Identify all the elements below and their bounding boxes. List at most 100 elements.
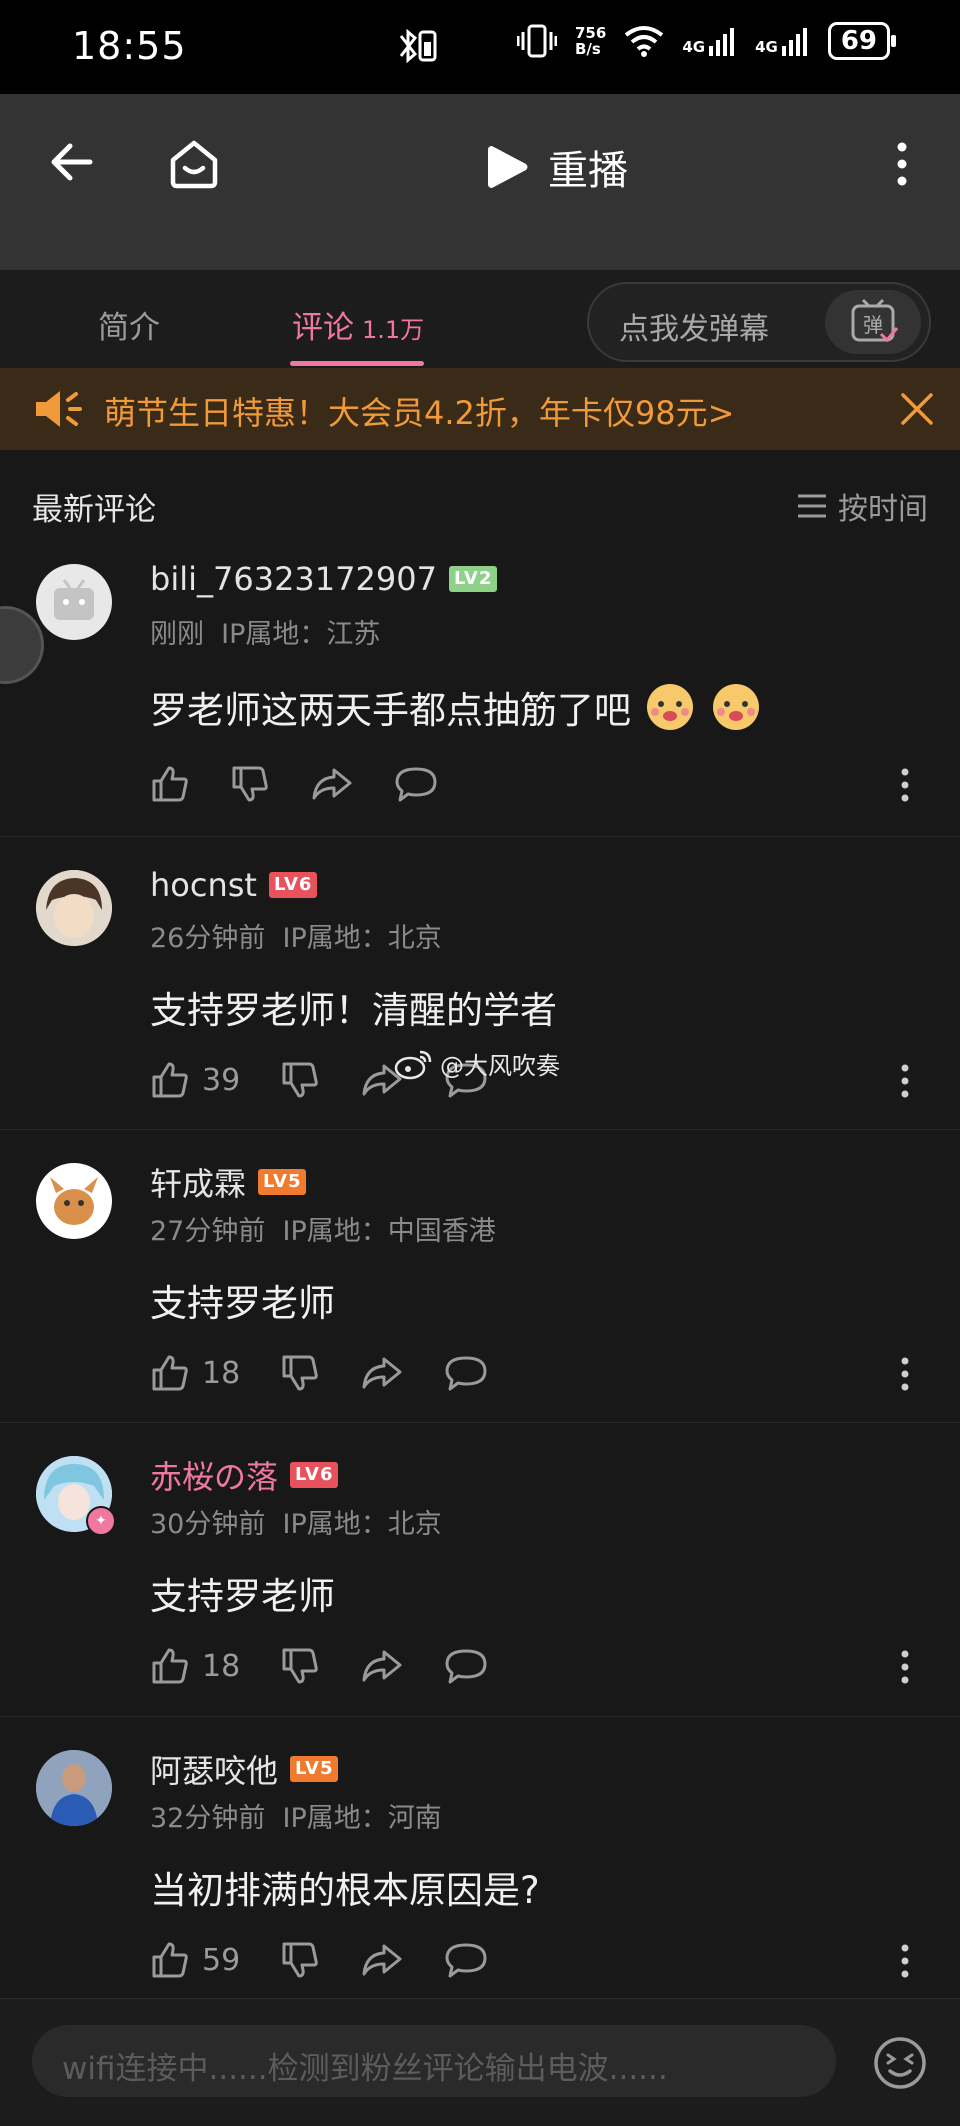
comment-actions: 18 xyxy=(150,1646,528,1686)
username[interactable]: 阿瑟咬他 xyxy=(150,1746,278,1792)
comment-more-icon[interactable] xyxy=(900,1650,910,1688)
level-badge: LV5 xyxy=(290,1756,339,1782)
close-icon[interactable] xyxy=(900,392,934,430)
like-button[interactable]: 59 xyxy=(150,1940,240,1980)
like-button[interactable]: 18 xyxy=(150,1353,240,1393)
dislike-button[interactable] xyxy=(230,764,270,804)
tab-comments-label: 评论 xyxy=(292,310,354,346)
emoji-icon xyxy=(647,684,693,730)
danmaku-icon: 弹 xyxy=(851,298,899,343)
status-time: 18:55 xyxy=(72,24,187,68)
network-speed: 756 B/s xyxy=(575,24,607,58)
reply-icon xyxy=(445,1649,487,1684)
comment-text-row: 罗老师这两天手都点抽筋了吧 xyxy=(150,680,763,734)
svg-text:弹: 弹 xyxy=(863,313,883,337)
comment-meta: 30分钟前 IP属地：北京 xyxy=(150,1502,442,1541)
share-button[interactable] xyxy=(360,1646,404,1686)
thumbs-down-icon xyxy=(232,766,268,802)
comment-text-row: 当初排满的根本原因是? xyxy=(150,1860,540,1914)
thumbs-down-icon xyxy=(282,1062,318,1098)
like-button[interactable]: 39 xyxy=(150,1060,240,1100)
level-badge: LV6 xyxy=(290,1462,339,1488)
thumbs-up-icon xyxy=(152,1942,188,1978)
speaker-icon xyxy=(32,388,88,434)
comment-count: 1.1万 xyxy=(362,316,425,344)
comment-item: 轩成霖 LV5 27分钟前 IP属地：中国香港 支持罗老师 18 xyxy=(0,1129,960,1423)
play-icon xyxy=(488,146,528,188)
avatar[interactable]: ✦ xyxy=(36,1456,116,1536)
ip-location: IP属地：北京 xyxy=(282,923,442,954)
avatar[interactable] xyxy=(36,870,112,946)
comment-text: 支持罗老师 xyxy=(150,1282,335,1325)
avatar[interactable] xyxy=(36,1750,112,1826)
athlete-avatar-icon xyxy=(36,1750,112,1826)
dislike-button[interactable] xyxy=(280,1646,320,1686)
dislike-button[interactable] xyxy=(280,1060,320,1100)
battery-indicator: 69 xyxy=(827,22,897,60)
like-count: 59 xyxy=(202,1942,241,1978)
thumbs-down-icon xyxy=(282,1648,318,1684)
username-row[interactable]: 轩成霖 LV5 xyxy=(150,1159,307,1205)
bilibili-tv-avatar-icon xyxy=(54,579,94,620)
ip-location: IP属地：中国香港 xyxy=(282,1216,496,1247)
username[interactable]: bili_76323172907 xyxy=(150,560,437,598)
danmaku-toggle-button[interactable]: 弹 xyxy=(825,290,921,354)
username[interactable]: 轩成霖 xyxy=(150,1159,246,1205)
comment-meta: 32分钟前 IP属地：河南 xyxy=(150,1796,442,1835)
username-row[interactable]: bili_76323172907 LV2 xyxy=(150,560,498,598)
comment-time: 27分钟前 xyxy=(150,1216,266,1247)
more-options-icon[interactable] xyxy=(896,142,908,190)
like-count: 18 xyxy=(202,1648,241,1684)
comment-item: 阿瑟咬他 LV5 32分钟前 IP属地：河南 当初排满的根本原因是? 59 xyxy=(0,1716,960,1998)
tab-intro[interactable]: 简介 xyxy=(98,302,160,347)
promo-banner[interactable]: 萌节生日特惠！大会员4.2折，年卡仅98元> xyxy=(0,368,960,450)
replay-label: 重播 xyxy=(548,148,628,194)
sort-button[interactable]: 按时间 xyxy=(796,484,928,528)
comment-input[interactable]: wifi连接中......检测到粉丝评论输出电波...... xyxy=(32,2025,836,2097)
comment-text-row: 支持罗老师 xyxy=(150,1566,335,1620)
comment-meta: 刚刚 IP属地：江苏 xyxy=(150,612,380,651)
level-badge: LV5 xyxy=(258,1169,307,1195)
reply-button[interactable] xyxy=(444,1646,488,1686)
share-button[interactable] xyxy=(360,1940,404,1980)
username[interactable]: hocnst xyxy=(150,866,257,904)
comment-more-icon[interactable] xyxy=(900,1064,910,1102)
username[interactable]: 赤桜の落 xyxy=(150,1452,278,1498)
comment-time: 刚刚 xyxy=(150,619,204,650)
emoji-picker-icon[interactable] xyxy=(872,2035,928,2095)
share-button[interactable] xyxy=(360,1353,404,1393)
tab-comments[interactable]: 评论 1.1万 xyxy=(292,302,424,347)
share-icon xyxy=(362,1357,402,1389)
username-row[interactable]: 阿瑟咬他 LV5 xyxy=(150,1746,339,1792)
username-row[interactable]: hocnst LV6 xyxy=(150,866,318,904)
share-icon xyxy=(312,768,352,800)
danmaku-input[interactable]: 点我发弹幕 弹 xyxy=(587,282,931,362)
username-row[interactable]: 赤桜の落 LV6 xyxy=(150,1452,339,1498)
dislike-button[interactable] xyxy=(280,1940,320,1980)
comment-item: hocnst LV6 26分钟前 IP属地：北京 支持罗老师！清醒的学者 39 xyxy=(0,836,960,1130)
like-button[interactable] xyxy=(150,764,190,804)
comment-more-icon[interactable] xyxy=(900,768,910,806)
ip-location: IP属地：河南 xyxy=(282,1803,442,1834)
thumbs-up-icon xyxy=(152,1355,188,1391)
reply-icon xyxy=(395,767,437,802)
thumbs-up-icon xyxy=(152,766,188,802)
reply-button[interactable] xyxy=(444,1940,488,1980)
comment-actions xyxy=(150,764,478,804)
share-button[interactable] xyxy=(310,764,354,804)
comment-text-row: 支持罗老师 xyxy=(150,1273,335,1327)
dislike-button[interactable] xyxy=(280,1353,320,1393)
back-arrow-icon[interactable] xyxy=(48,142,94,186)
comment-actions: 18 xyxy=(150,1353,528,1393)
replay-button[interactable]: 重播 xyxy=(486,138,628,196)
like-button[interactable]: 18 xyxy=(150,1646,240,1686)
comment-more-icon[interactable] xyxy=(900,1944,910,1982)
comment-more-icon[interactable] xyxy=(900,1357,910,1395)
reply-button[interactable] xyxy=(444,1353,488,1393)
home-icon[interactable] xyxy=(168,138,220,194)
video-player[interactable]: 重播 xyxy=(0,94,960,270)
avatar[interactable] xyxy=(36,564,112,640)
sort-label: 按时间 xyxy=(838,492,928,527)
reply-button[interactable] xyxy=(394,764,438,804)
avatar[interactable] xyxy=(36,1163,112,1239)
